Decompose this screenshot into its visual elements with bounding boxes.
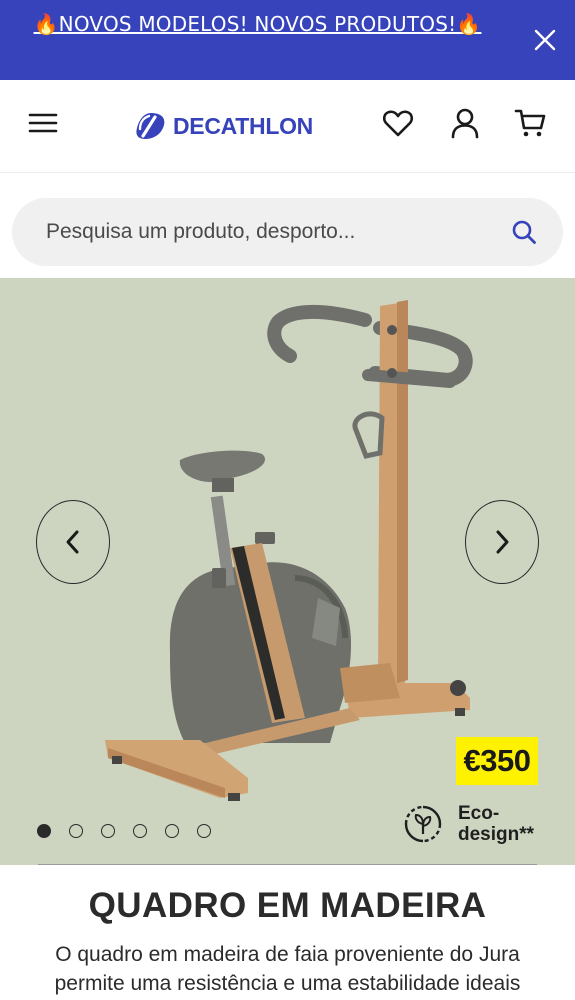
carousel-next-button[interactable] xyxy=(465,500,539,584)
cart-icon[interactable] xyxy=(514,106,548,140)
user-icon[interactable] xyxy=(448,106,482,140)
eco-design-icon xyxy=(404,805,442,843)
carousel-dot[interactable] xyxy=(197,824,211,838)
product-hero-carousel: €350 Eco- design** xyxy=(0,278,575,865)
menu-icon[interactable] xyxy=(26,106,60,140)
chevron-right-icon xyxy=(496,530,509,554)
carousel-dot[interactable] xyxy=(101,824,115,838)
section-divider xyxy=(38,864,537,865)
carousel-dot[interactable] xyxy=(165,824,179,838)
site-header: DECATHLON xyxy=(0,80,575,173)
carousel-dots xyxy=(37,824,211,838)
price-badge: €350 xyxy=(456,737,538,785)
brand-name: DECATHLON xyxy=(173,112,313,139)
decathlon-logo[interactable]: DECATHLON xyxy=(135,110,313,142)
section-description: O quadro em madeira de faia proveniente … xyxy=(54,943,521,995)
chevron-left-icon xyxy=(66,530,79,554)
carousel-dot[interactable] xyxy=(37,824,51,838)
search-icon[interactable] xyxy=(511,219,537,245)
carousel-dot[interactable] xyxy=(133,824,147,838)
carousel-prev-button[interactable] xyxy=(36,500,110,584)
search-bar xyxy=(12,198,563,266)
section-title: QUADRO EM MADEIRA xyxy=(88,886,487,925)
eco-design-badge: Eco- design** xyxy=(403,803,553,849)
carousel-dot[interactable] xyxy=(69,824,83,838)
promo-link[interactable]: 🔥NOVOS MODELOS! NOVOS PRODUTOS!🔥 xyxy=(0,12,515,36)
close-icon[interactable] xyxy=(533,28,557,52)
promo-banner: 🔥NOVOS MODELOS! NOVOS PRODUTOS!🔥 xyxy=(0,0,575,80)
decathlon-logo-icon xyxy=(136,113,165,139)
search-input[interactable] xyxy=(46,198,486,266)
heart-icon[interactable] xyxy=(381,106,415,140)
eco-design-label: Eco- design** xyxy=(458,803,535,845)
